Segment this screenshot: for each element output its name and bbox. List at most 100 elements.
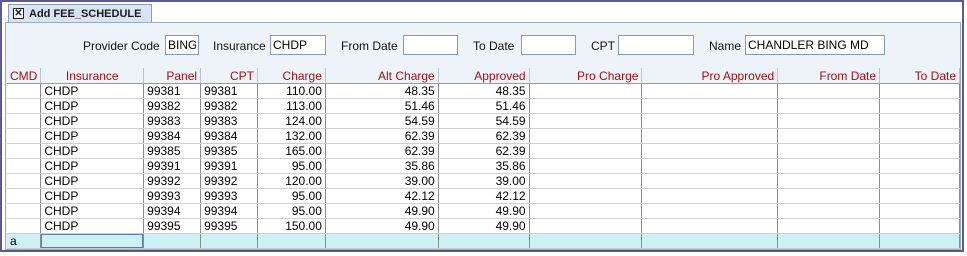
table-row[interactable]: CHDP 99384 99384 132.00 62.39 62.39 xyxy=(7,128,960,144)
insurance-cell[interactable]: CHDP xyxy=(40,218,145,234)
panel-cell[interactable]: 99381 xyxy=(143,83,202,99)
to-date-cell[interactable] xyxy=(879,113,960,129)
charge-cell[interactable]: 150.00 xyxy=(257,218,326,234)
cpt-cell[interactable]: 99381 xyxy=(200,83,258,99)
cmd-cell[interactable] xyxy=(7,128,42,144)
panel-cell[interactable]: 99394 xyxy=(143,203,202,219)
alt-charge-cell[interactable]: 62.39 xyxy=(325,128,439,144)
from-date-cell[interactable] xyxy=(777,158,881,174)
to-date-input[interactable] xyxy=(521,35,576,55)
alt-charge-cell[interactable]: 51.46 xyxy=(325,98,439,114)
pro-charge-cell[interactable] xyxy=(529,218,643,234)
pro-charge-cell[interactable] xyxy=(529,173,643,189)
table-row[interactable]: CHDP 99394 99394 95.00 49.90 49.90 xyxy=(7,203,960,219)
pro-charge-cell[interactable] xyxy=(529,128,643,144)
table-row[interactable]: CHDP 99391 99391 95.00 35.86 35.86 xyxy=(7,158,960,174)
charge-cell[interactable]: 120.00 xyxy=(257,173,326,189)
to-date-cell[interactable] xyxy=(879,83,960,99)
cpt-cell[interactable]: 99391 xyxy=(200,158,258,174)
pro-approved-cell[interactable] xyxy=(641,98,779,114)
insurance-cell[interactable]: CHDP xyxy=(40,158,145,174)
name-input[interactable] xyxy=(745,35,885,55)
panel-cell[interactable]: 99383 xyxy=(143,113,202,129)
table-row[interactable]: CHDP 99395 99395 150.00 49.90 49.90 xyxy=(7,218,960,234)
new-charge-cell[interactable] xyxy=(257,233,326,249)
cmd-cell[interactable] xyxy=(7,173,42,189)
cpt-cell[interactable]: 99384 xyxy=(200,128,258,144)
approved-cell[interactable]: 62.39 xyxy=(438,143,530,159)
col-header-cmd[interactable]: CMD xyxy=(7,68,42,84)
pro-charge-cell[interactable] xyxy=(529,143,643,159)
approved-cell[interactable]: 35.86 xyxy=(438,158,530,174)
panel-cell[interactable]: 99392 xyxy=(143,173,202,189)
cmd-cell[interactable] xyxy=(7,158,42,174)
charge-cell[interactable]: 95.00 xyxy=(257,158,326,174)
pro-charge-cell[interactable] xyxy=(529,98,643,114)
col-header-pro-charge[interactable]: Pro Charge xyxy=(529,68,643,84)
charge-cell[interactable]: 124.00 xyxy=(257,113,326,129)
from-date-input[interactable] xyxy=(403,35,458,55)
cpt-cell[interactable]: 99392 xyxy=(200,173,258,189)
insurance-cell[interactable]: CHDP xyxy=(40,203,145,219)
col-header-from-date[interactable]: From Date xyxy=(777,68,881,84)
from-date-cell[interactable] xyxy=(777,203,881,219)
to-date-cell[interactable] xyxy=(879,203,960,219)
insurance-cell[interactable]: CHDP xyxy=(40,98,145,114)
cpt-cell[interactable]: 99385 xyxy=(200,143,258,159)
new-approved-cell[interactable] xyxy=(438,233,530,249)
cmd-cell[interactable] xyxy=(7,218,42,234)
alt-charge-cell[interactable]: 42.12 xyxy=(325,188,439,204)
from-date-cell[interactable] xyxy=(777,188,881,204)
alt-charge-cell[interactable]: 39.00 xyxy=(325,173,439,189)
alt-charge-cell[interactable]: 49.90 xyxy=(325,203,439,219)
pro-charge-cell[interactable] xyxy=(529,188,643,204)
insurance-cell[interactable]: CHDP xyxy=(40,188,145,204)
cpt-cell[interactable]: 99394 xyxy=(200,203,258,219)
table-row[interactable]: CHDP 99385 99385 165.00 62.39 62.39 xyxy=(7,143,960,159)
pro-approved-cell[interactable] xyxy=(641,203,779,219)
insurance-cell[interactable]: CHDP xyxy=(40,128,145,144)
new-cpt-cell[interactable] xyxy=(200,233,258,249)
pro-charge-cell[interactable] xyxy=(529,158,643,174)
approved-cell[interactable]: 48.35 xyxy=(438,83,530,99)
panel-cell[interactable]: 99382 xyxy=(143,98,202,114)
panel-cell[interactable]: 99385 xyxy=(143,143,202,159)
pro-charge-cell[interactable] xyxy=(529,83,643,99)
table-row[interactable]: CHDP 99392 99392 120.00 39.00 39.00 xyxy=(7,173,960,189)
alt-charge-cell[interactable]: 49.90 xyxy=(325,218,439,234)
cmd-cell[interactable] xyxy=(7,98,42,114)
charge-cell[interactable]: 110.00 xyxy=(257,83,326,99)
charge-cell[interactable]: 95.00 xyxy=(257,203,326,219)
from-date-cell[interactable] xyxy=(777,98,881,114)
col-header-insurance[interactable]: Insurance xyxy=(40,68,145,84)
to-date-cell[interactable] xyxy=(879,188,960,204)
pro-approved-cell[interactable] xyxy=(641,158,779,174)
insurance-cell[interactable]: CHDP xyxy=(40,113,145,129)
panel-cell[interactable]: 99395 xyxy=(143,218,202,234)
new-entry-row[interactable]: a xyxy=(7,233,960,249)
alt-charge-cell[interactable]: 48.35 xyxy=(325,83,439,99)
from-date-cell[interactable] xyxy=(777,128,881,144)
table-row[interactable]: CHDP 99382 99382 113.00 51.46 51.46 xyxy=(7,98,960,114)
col-header-cpt[interactable]: CPT xyxy=(200,68,258,84)
pro-approved-cell[interactable] xyxy=(641,83,779,99)
approved-cell[interactable]: 42.12 xyxy=(438,188,530,204)
charge-cell[interactable]: 95.00 xyxy=(257,188,326,204)
approved-cell[interactable]: 62.39 xyxy=(438,128,530,144)
pro-approved-cell[interactable] xyxy=(641,218,779,234)
cpt-cell[interactable]: 99395 xyxy=(200,218,258,234)
alt-charge-cell[interactable]: 54.59 xyxy=(325,113,439,129)
alt-charge-cell[interactable]: 62.39 xyxy=(325,143,439,159)
approved-cell[interactable]: 51.46 xyxy=(438,98,530,114)
col-header-to-date[interactable]: To Date xyxy=(879,68,960,84)
to-date-cell[interactable] xyxy=(879,173,960,189)
pro-charge-cell[interactable] xyxy=(529,113,643,129)
from-date-cell[interactable] xyxy=(777,218,881,234)
to-date-cell[interactable] xyxy=(879,158,960,174)
panel-cell[interactable]: 99393 xyxy=(143,188,202,204)
col-header-alt-charge[interactable]: Alt Charge xyxy=(325,68,439,84)
cmd-cell[interactable] xyxy=(7,83,42,99)
new-alt-charge-cell[interactable] xyxy=(325,233,439,249)
cmd-cell[interactable] xyxy=(7,188,42,204)
to-date-cell[interactable] xyxy=(879,98,960,114)
